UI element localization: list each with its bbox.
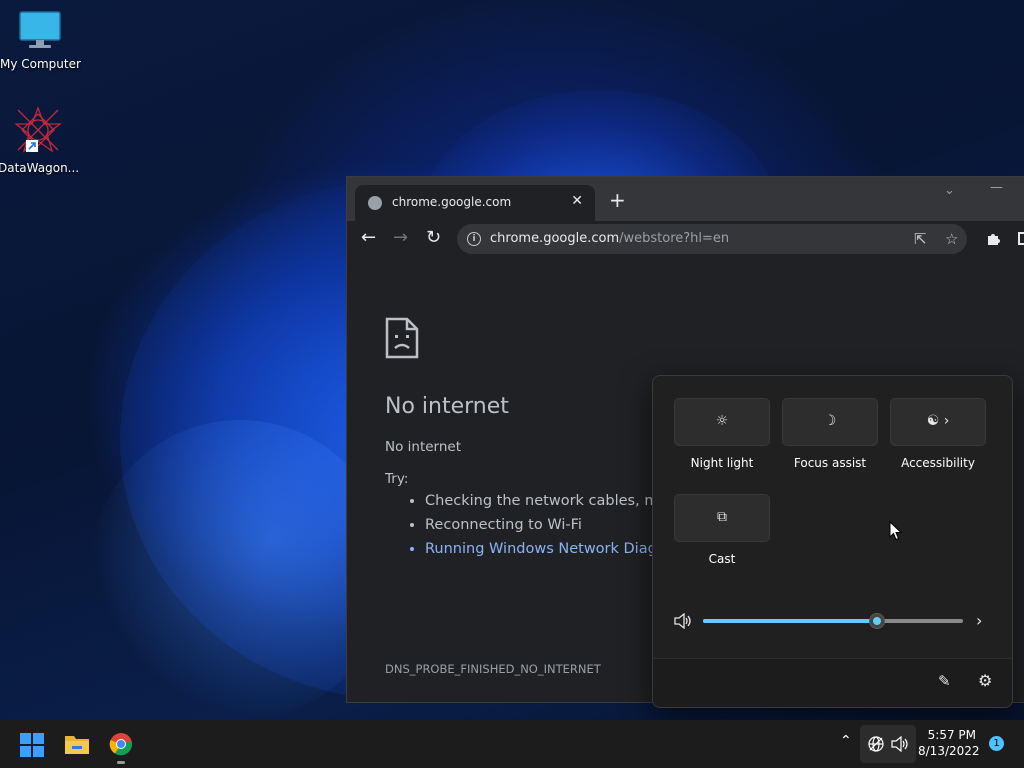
tab-search-chevron-icon[interactable]: ⌄ bbox=[944, 183, 955, 198]
minimize-button[interactable]: — bbox=[990, 180, 1003, 195]
tile-label: Accessibility bbox=[901, 456, 975, 470]
error-try-label: Try: bbox=[385, 471, 409, 487]
monitor-icon bbox=[19, 11, 61, 48]
error-heading: No internet bbox=[385, 394, 509, 419]
show-hidden-icons-chevron-icon[interactable]: ⌃ bbox=[840, 733, 852, 749]
desktop-icon-label: DataWagon... bbox=[0, 161, 80, 175]
taskbar: ⌃ 5:57 PM 8/13/2022 1 bbox=[0, 720, 1024, 768]
desktop-icon-datawagon[interactable]: DataWagon... bbox=[0, 106, 80, 175]
new-tab-button[interactable]: + bbox=[609, 190, 626, 210]
night-light-toggle[interactable]: ☼ bbox=[674, 398, 770, 446]
address-url: chrome.google.com/webstore?hl=en bbox=[490, 231, 729, 246]
address-bar[interactable]: i chrome.google.com/webstore?hl=en ⇱ ☆ bbox=[457, 224, 967, 254]
chevron-right-icon[interactable]: › bbox=[976, 611, 982, 630]
clock-date: 8/13/2022 bbox=[918, 744, 980, 758]
windows-start-icon[interactable] bbox=[20, 733, 44, 757]
back-arrow-icon[interactable]: ← bbox=[361, 229, 376, 247]
volume-slider-fill bbox=[703, 619, 878, 623]
cast-toggle[interactable]: ⧉ bbox=[674, 494, 770, 542]
bookmark-star-icon[interactable]: ☆ bbox=[945, 230, 958, 248]
tile-label: Night light bbox=[690, 456, 754, 470]
side-panel-icon[interactable] bbox=[1018, 232, 1024, 245]
tab-strip: chrome.google.com ✕ + ⌄ — bbox=[347, 177, 1024, 221]
settings-gear-icon[interactable]: ⚙ bbox=[978, 671, 992, 690]
edit-pencil-icon[interactable]: ✎ bbox=[938, 672, 951, 690]
desktop-icon-label: My Computer bbox=[0, 57, 81, 71]
url-path: /webstore?hl=en bbox=[619, 231, 730, 246]
share-icon[interactable]: ⇱ bbox=[914, 230, 927, 248]
tile-label: Focus assist bbox=[793, 456, 867, 470]
site-info-icon[interactable]: i bbox=[467, 232, 481, 246]
quick-settings-button[interactable] bbox=[860, 725, 916, 763]
datawagon-icon bbox=[14, 106, 62, 153]
browser-tab[interactable]: chrome.google.com ✕ bbox=[355, 185, 595, 221]
quick-settings-footer: ✎ ⚙ bbox=[653, 658, 1012, 707]
wallpaper-bloom bbox=[90, 420, 390, 720]
volume-slider-thumb[interactable] bbox=[869, 613, 886, 629]
moon-icon: ☽ bbox=[823, 413, 837, 429]
error-message: No internet bbox=[385, 439, 462, 455]
chrome-taskbar-icon[interactable] bbox=[109, 732, 133, 756]
notification-badge[interactable]: 1 bbox=[989, 736, 1004, 751]
globe-icon bbox=[368, 196, 382, 210]
mouse-cursor-icon bbox=[889, 521, 902, 541]
tab-title: chrome.google.com bbox=[392, 195, 512, 209]
quick-settings-panel: ☼ Night light ☽ Focus assist ☯ › Accessi… bbox=[652, 375, 1013, 708]
tab-close-button[interactable]: ✕ bbox=[571, 193, 583, 209]
globe-network-icon bbox=[868, 736, 884, 752]
volume-icon bbox=[891, 736, 908, 752]
focus-assist-toggle[interactable]: ☽ bbox=[782, 398, 878, 446]
file-explorer-icon[interactable] bbox=[64, 733, 90, 755]
sad-page-icon bbox=[385, 317, 419, 359]
extensions-puzzle-icon[interactable] bbox=[986, 231, 1002, 247]
cast-icon: ⧉ bbox=[717, 509, 727, 525]
reload-icon[interactable]: ↻ bbox=[426, 229, 441, 247]
volume-slider[interactable] bbox=[703, 613, 963, 629]
tile-label: Cast bbox=[708, 552, 736, 566]
chrome-running-indicator bbox=[117, 761, 125, 764]
night-light-icon: ☼ bbox=[715, 413, 729, 429]
speaker-icon[interactable] bbox=[674, 613, 692, 629]
error-code: DNS_PROBE_FINISHED_NO_INTERNET bbox=[385, 662, 601, 676]
url-host: chrome.google.com bbox=[490, 231, 620, 246]
clock-time: 5:57 PM bbox=[927, 728, 976, 742]
clock[interactable]: 5:57 PM 8/13/2022 bbox=[918, 728, 980, 758]
browser-toolbar: ← → ↻ i chrome.google.com/webstore?hl=en… bbox=[347, 221, 1024, 257]
accessibility-icon: ☯ › bbox=[926, 413, 950, 429]
accessibility-toggle[interactable]: ☯ › bbox=[890, 398, 986, 446]
forward-arrow-icon[interactable]: → bbox=[393, 229, 408, 247]
desktop-icon-my-computer[interactable]: My Computer bbox=[0, 10, 81, 71]
